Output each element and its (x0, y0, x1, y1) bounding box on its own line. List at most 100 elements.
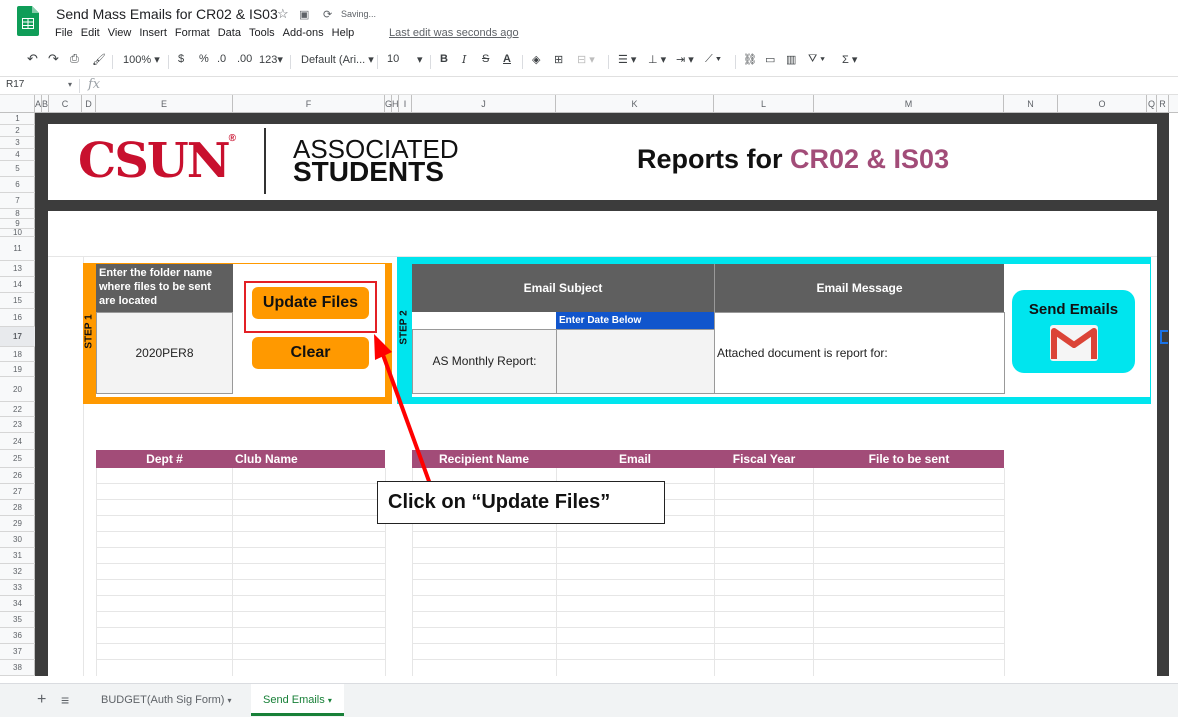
row-header[interactable]: 7 (0, 193, 35, 209)
row-header[interactable]: 29 (0, 516, 35, 532)
currency-button[interactable]: $ (178, 53, 184, 65)
print-icon[interactable]: ⎙ (70, 53, 79, 66)
row-header[interactable]: 3 (0, 137, 35, 149)
row-header[interactable]: 20 (0, 377, 35, 402)
column-header-r[interactable]: R (1157, 95, 1169, 113)
row-header[interactable]: 33 (0, 580, 35, 596)
more-formats-select[interactable]: 123▾ (259, 53, 283, 66)
column-header-o[interactable]: O (1058, 95, 1147, 113)
row-header[interactable]: 16 (0, 309, 35, 327)
date-input-cell[interactable] (556, 329, 715, 394)
formula-input[interactable] (110, 77, 1170, 94)
row-header[interactable]: 36 (0, 628, 35, 644)
insert-chart-icon[interactable]: ▥ (786, 53, 796, 66)
column-header-i[interactable]: I (399, 95, 412, 113)
insert-comment-icon[interactable]: ▭ (765, 53, 775, 66)
row-header[interactable]: 18 (0, 347, 35, 362)
row-header[interactable]: 14 (0, 277, 35, 293)
last-edit-link[interactable]: Last edit was seconds ago (389, 27, 519, 39)
text-rotate-icon[interactable]: ⟋ ▾ (705, 53, 721, 66)
row-header[interactable]: 5 (0, 161, 35, 177)
font-size-select[interactable]: 10 (387, 53, 399, 65)
row-header[interactable]: 23 (0, 417, 35, 433)
row-header[interactable]: 8 (0, 209, 35, 219)
row-header[interactable]: 32 (0, 564, 35, 580)
row-header[interactable]: 35 (0, 612, 35, 628)
row-header[interactable]: 34 (0, 596, 35, 612)
column-header-d[interactable]: D (82, 95, 96, 113)
name-box-dropdown-icon[interactable]: ▾ (68, 80, 72, 89)
menu-edit[interactable]: Edit (81, 27, 100, 43)
row-header[interactable]: 19 (0, 362, 35, 377)
row-header[interactable]: 31 (0, 548, 35, 564)
row-header[interactable]: 15 (0, 293, 35, 309)
bold-button[interactable]: B (440, 53, 448, 65)
row-header[interactable]: 11 (0, 237, 35, 261)
vertical-align-icon[interactable]: ⊥ ▾ (648, 53, 666, 66)
row-header[interactable]: 38 (0, 660, 35, 676)
send-emails-button[interactable]: Send Emails (1012, 290, 1135, 373)
row-header[interactable]: 2 (0, 125, 35, 137)
menu-addons[interactable]: Add-ons (283, 27, 324, 43)
row-header[interactable]: 37 (0, 644, 35, 660)
horizontal-align-icon[interactable]: ☰ ▾ (618, 53, 636, 66)
column-header-e[interactable]: E (96, 95, 233, 113)
paint-format-icon[interactable]: 🖌 (92, 53, 106, 66)
select-all-corner[interactable] (0, 95, 35, 113)
column-header-k[interactable]: K (556, 95, 714, 113)
column-header-l[interactable]: L (714, 95, 814, 113)
row-header[interactable]: 27 (0, 484, 35, 500)
fill-color-icon[interactable]: ◈ (532, 53, 540, 66)
filter-icon[interactable]: ⛛ ▾ (808, 53, 825, 66)
insert-link-icon[interactable]: ⛓ (743, 53, 757, 66)
functions-icon[interactable]: Σ ▾ (842, 53, 857, 66)
move-folder-icon[interactable]: ▣ (299, 8, 309, 21)
row-header[interactable]: 1 (0, 113, 35, 125)
column-header-q[interactable]: Q (1147, 95, 1157, 113)
email-message-cell[interactable]: Attached document is report for: (714, 312, 1005, 394)
column-header-n[interactable]: N (1004, 95, 1058, 113)
percent-button[interactable]: % (199, 53, 209, 65)
column-header-j[interactable]: J (412, 95, 556, 113)
folder-name-input[interactable]: 2020PER8 (96, 312, 233, 394)
row-header-selected[interactable]: 17 (0, 327, 35, 347)
row-header[interactable]: 6 (0, 177, 35, 193)
zoom-select[interactable]: 100% ▾ (123, 53, 160, 66)
menu-data[interactable]: Data (218, 27, 241, 43)
row-header[interactable]: 25 (0, 450, 35, 468)
chevron-down-icon[interactable]: ▾ (328, 696, 332, 705)
row-header[interactable]: 4 (0, 149, 35, 161)
sheets-logo-icon[interactable] (17, 6, 39, 36)
row-header[interactable]: 13 (0, 261, 35, 277)
redo-icon[interactable]: ↷ (48, 51, 59, 67)
add-sheet-icon[interactable]: + (37, 691, 46, 709)
text-wrap-icon[interactable]: ⇥ ▾ (676, 53, 694, 66)
undo-icon[interactable]: ↶ (27, 51, 38, 67)
text-color-button[interactable]: A (503, 53, 511, 65)
font-size-dropdown-icon[interactable]: ▾ (417, 53, 423, 66)
column-header-f[interactable]: F (233, 95, 385, 113)
column-header-c[interactable]: C (49, 95, 82, 113)
row-header[interactable]: 30 (0, 532, 35, 548)
sheet-tab-send-emails[interactable]: Send Emails ▾ (251, 684, 344, 716)
increase-decimal-button[interactable]: .00 (237, 53, 252, 65)
clear-button[interactable]: Clear (252, 337, 369, 369)
font-select[interactable]: Default (Ari... ▾ (301, 53, 374, 66)
row-header[interactable]: 26 (0, 468, 35, 484)
column-header-g[interactable]: G (385, 95, 392, 113)
italic-button[interactable]: I (462, 53, 466, 66)
row-header[interactable]: 24 (0, 433, 35, 450)
menu-help[interactable]: Help (332, 27, 355, 43)
menu-view[interactable]: View (108, 27, 132, 43)
column-header-b[interactable]: B (42, 95, 49, 113)
row-header[interactable]: 22 (0, 402, 35, 417)
star-icon[interactable]: ☆ (277, 6, 289, 22)
menu-insert[interactable]: Insert (139, 27, 167, 43)
column-header-m[interactable]: M (814, 95, 1004, 113)
row-header[interactable]: 10 (0, 229, 35, 237)
merge-cells-icon[interactable]: ⊟ ▾ (577, 53, 595, 66)
chevron-down-icon[interactable]: ▾ (228, 696, 232, 705)
borders-icon[interactable]: ⊞ (554, 53, 563, 66)
strikethrough-button[interactable]: S (482, 53, 489, 65)
menu-file[interactable]: File (55, 27, 73, 43)
